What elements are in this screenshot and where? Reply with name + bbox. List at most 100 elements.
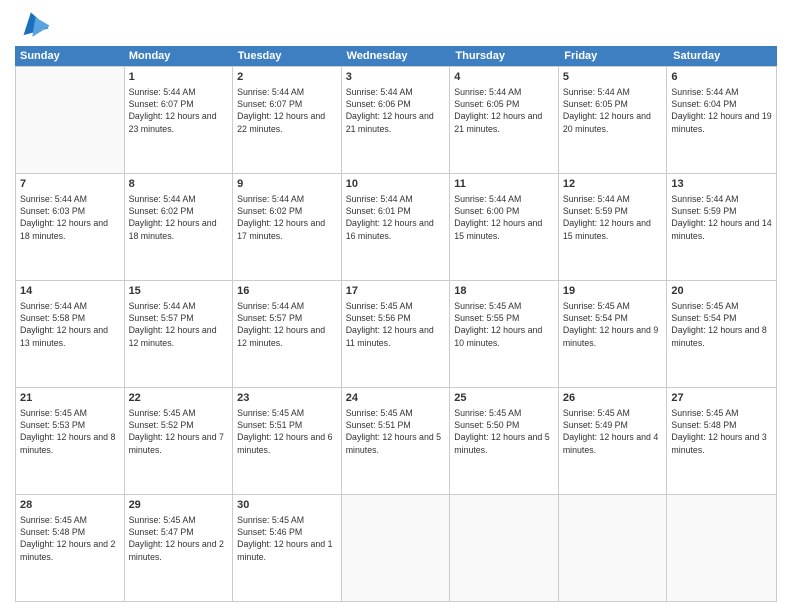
cell-info: Sunrise: 5:44 AM Sunset: 5:57 PM Dayligh… [129, 300, 229, 349]
day-number: 18 [454, 284, 554, 299]
cell-info: Sunrise: 5:44 AM Sunset: 6:04 PM Dayligh… [671, 86, 772, 135]
calendar-cell: 25Sunrise: 5:45 AM Sunset: 5:50 PM Dayli… [450, 388, 559, 494]
day-number: 22 [129, 391, 229, 406]
day-number: 10 [346, 177, 446, 192]
day-number: 25 [454, 391, 554, 406]
cell-info: Sunrise: 5:44 AM Sunset: 5:59 PM Dayligh… [671, 193, 772, 242]
calendar-cell: 27Sunrise: 5:45 AM Sunset: 5:48 PM Dayli… [667, 388, 776, 494]
logo-bird-icon [19, 10, 49, 38]
cell-info: Sunrise: 5:45 AM Sunset: 5:55 PM Dayligh… [454, 300, 554, 349]
cell-info: Sunrise: 5:45 AM Sunset: 5:54 PM Dayligh… [671, 300, 772, 349]
day-number: 2 [237, 70, 337, 85]
day-number: 5 [563, 70, 663, 85]
day-number: 11 [454, 177, 554, 192]
calendar-cell: 26Sunrise: 5:45 AM Sunset: 5:49 PM Dayli… [559, 388, 668, 494]
day-number: 26 [563, 391, 663, 406]
header-day-tuesday: Tuesday [233, 46, 342, 66]
cell-info: Sunrise: 5:45 AM Sunset: 5:56 PM Dayligh… [346, 300, 446, 349]
logo [15, 10, 49, 38]
calendar-cell: 15Sunrise: 5:44 AM Sunset: 5:57 PM Dayli… [125, 281, 234, 387]
cell-info: Sunrise: 5:44 AM Sunset: 5:57 PM Dayligh… [237, 300, 337, 349]
calendar-cell: 3Sunrise: 5:44 AM Sunset: 6:06 PM Daylig… [342, 67, 451, 173]
calendar-cell [342, 495, 451, 601]
calendar-cell: 7Sunrise: 5:44 AM Sunset: 6:03 PM Daylig… [16, 174, 125, 280]
calendar-cell [667, 495, 776, 601]
day-number: 28 [20, 498, 120, 513]
calendar-cell: 9Sunrise: 5:44 AM Sunset: 6:02 PM Daylig… [233, 174, 342, 280]
cell-info: Sunrise: 5:44 AM Sunset: 6:03 PM Dayligh… [20, 193, 120, 242]
calendar-cell: 4Sunrise: 5:44 AM Sunset: 6:05 PM Daylig… [450, 67, 559, 173]
calendar-cell: 10Sunrise: 5:44 AM Sunset: 6:01 PM Dayli… [342, 174, 451, 280]
day-number: 15 [129, 284, 229, 299]
day-number: 17 [346, 284, 446, 299]
cell-info: Sunrise: 5:45 AM Sunset: 5:53 PM Dayligh… [20, 407, 120, 456]
day-number: 29 [129, 498, 229, 513]
cell-info: Sunrise: 5:44 AM Sunset: 6:05 PM Dayligh… [563, 86, 663, 135]
calendar-cell: 5Sunrise: 5:44 AM Sunset: 6:05 PM Daylig… [559, 67, 668, 173]
calendar-row-2: 7Sunrise: 5:44 AM Sunset: 6:03 PM Daylig… [16, 173, 776, 280]
calendar-row-1: 1Sunrise: 5:44 AM Sunset: 6:07 PM Daylig… [16, 66, 776, 173]
calendar-cell: 23Sunrise: 5:45 AM Sunset: 5:51 PM Dayli… [233, 388, 342, 494]
cell-info: Sunrise: 5:45 AM Sunset: 5:47 PM Dayligh… [129, 514, 229, 563]
day-number: 3 [346, 70, 446, 85]
calendar-cell: 6Sunrise: 5:44 AM Sunset: 6:04 PM Daylig… [667, 67, 776, 173]
day-number: 27 [671, 391, 772, 406]
cell-info: Sunrise: 5:44 AM Sunset: 6:02 PM Dayligh… [237, 193, 337, 242]
cell-info: Sunrise: 5:44 AM Sunset: 6:07 PM Dayligh… [129, 86, 229, 135]
calendar-row-5: 28Sunrise: 5:45 AM Sunset: 5:48 PM Dayli… [16, 494, 776, 601]
cell-info: Sunrise: 5:45 AM Sunset: 5:50 PM Dayligh… [454, 407, 554, 456]
calendar-cell: 17Sunrise: 5:45 AM Sunset: 5:56 PM Dayli… [342, 281, 451, 387]
day-number: 1 [129, 70, 229, 85]
calendar-cell: 16Sunrise: 5:44 AM Sunset: 5:57 PM Dayli… [233, 281, 342, 387]
calendar-cell: 19Sunrise: 5:45 AM Sunset: 5:54 PM Dayli… [559, 281, 668, 387]
day-number: 14 [20, 284, 120, 299]
cell-info: Sunrise: 5:44 AM Sunset: 6:00 PM Dayligh… [454, 193, 554, 242]
calendar-cell: 24Sunrise: 5:45 AM Sunset: 5:51 PM Dayli… [342, 388, 451, 494]
cell-info: Sunrise: 5:45 AM Sunset: 5:49 PM Dayligh… [563, 407, 663, 456]
calendar-cell: 28Sunrise: 5:45 AM Sunset: 5:48 PM Dayli… [16, 495, 125, 601]
calendar-cell: 20Sunrise: 5:45 AM Sunset: 5:54 PM Dayli… [667, 281, 776, 387]
calendar-row-3: 14Sunrise: 5:44 AM Sunset: 5:58 PM Dayli… [16, 280, 776, 387]
cell-info: Sunrise: 5:45 AM Sunset: 5:54 PM Dayligh… [563, 300, 663, 349]
header-day-thursday: Thursday [450, 46, 559, 66]
header-day-monday: Monday [124, 46, 233, 66]
calendar-cell: 29Sunrise: 5:45 AM Sunset: 5:47 PM Dayli… [125, 495, 234, 601]
day-number: 6 [671, 70, 772, 85]
day-number: 24 [346, 391, 446, 406]
day-number: 13 [671, 177, 772, 192]
header-day-saturday: Saturday [668, 46, 777, 66]
cell-info: Sunrise: 5:44 AM Sunset: 6:02 PM Dayligh… [129, 193, 229, 242]
day-number: 12 [563, 177, 663, 192]
calendar-cell: 1Sunrise: 5:44 AM Sunset: 6:07 PM Daylig… [125, 67, 234, 173]
calendar-cell [559, 495, 668, 601]
calendar-cell: 22Sunrise: 5:45 AM Sunset: 5:52 PM Dayli… [125, 388, 234, 494]
header-day-sunday: Sunday [15, 46, 124, 66]
cell-info: Sunrise: 5:44 AM Sunset: 6:07 PM Dayligh… [237, 86, 337, 135]
day-number: 30 [237, 498, 337, 513]
calendar-row-4: 21Sunrise: 5:45 AM Sunset: 5:53 PM Dayli… [16, 387, 776, 494]
calendar-cell: 21Sunrise: 5:45 AM Sunset: 5:53 PM Dayli… [16, 388, 125, 494]
day-number: 4 [454, 70, 554, 85]
calendar-header: SundayMondayTuesdayWednesdayThursdayFrid… [15, 46, 777, 66]
day-number: 23 [237, 391, 337, 406]
cell-info: Sunrise: 5:44 AM Sunset: 6:05 PM Dayligh… [454, 86, 554, 135]
header-day-friday: Friday [559, 46, 668, 66]
calendar-cell: 12Sunrise: 5:44 AM Sunset: 5:59 PM Dayli… [559, 174, 668, 280]
calendar-cell: 8Sunrise: 5:44 AM Sunset: 6:02 PM Daylig… [125, 174, 234, 280]
day-number: 20 [671, 284, 772, 299]
calendar-cell [450, 495, 559, 601]
calendar-cell: 11Sunrise: 5:44 AM Sunset: 6:00 PM Dayli… [450, 174, 559, 280]
cell-info: Sunrise: 5:45 AM Sunset: 5:51 PM Dayligh… [346, 407, 446, 456]
calendar: SundayMondayTuesdayWednesdayThursdayFrid… [15, 46, 777, 602]
calendar-cell: 2Sunrise: 5:44 AM Sunset: 6:07 PM Daylig… [233, 67, 342, 173]
calendar-cell: 30Sunrise: 5:45 AM Sunset: 5:46 PM Dayli… [233, 495, 342, 601]
day-number: 21 [20, 391, 120, 406]
cell-info: Sunrise: 5:45 AM Sunset: 5:46 PM Dayligh… [237, 514, 337, 563]
cell-info: Sunrise: 5:45 AM Sunset: 5:51 PM Dayligh… [237, 407, 337, 456]
header [15, 10, 777, 38]
day-number: 8 [129, 177, 229, 192]
day-number: 9 [237, 177, 337, 192]
cell-info: Sunrise: 5:45 AM Sunset: 5:48 PM Dayligh… [671, 407, 772, 456]
cell-info: Sunrise: 5:44 AM Sunset: 6:06 PM Dayligh… [346, 86, 446, 135]
calendar-cell: 18Sunrise: 5:45 AM Sunset: 5:55 PM Dayli… [450, 281, 559, 387]
